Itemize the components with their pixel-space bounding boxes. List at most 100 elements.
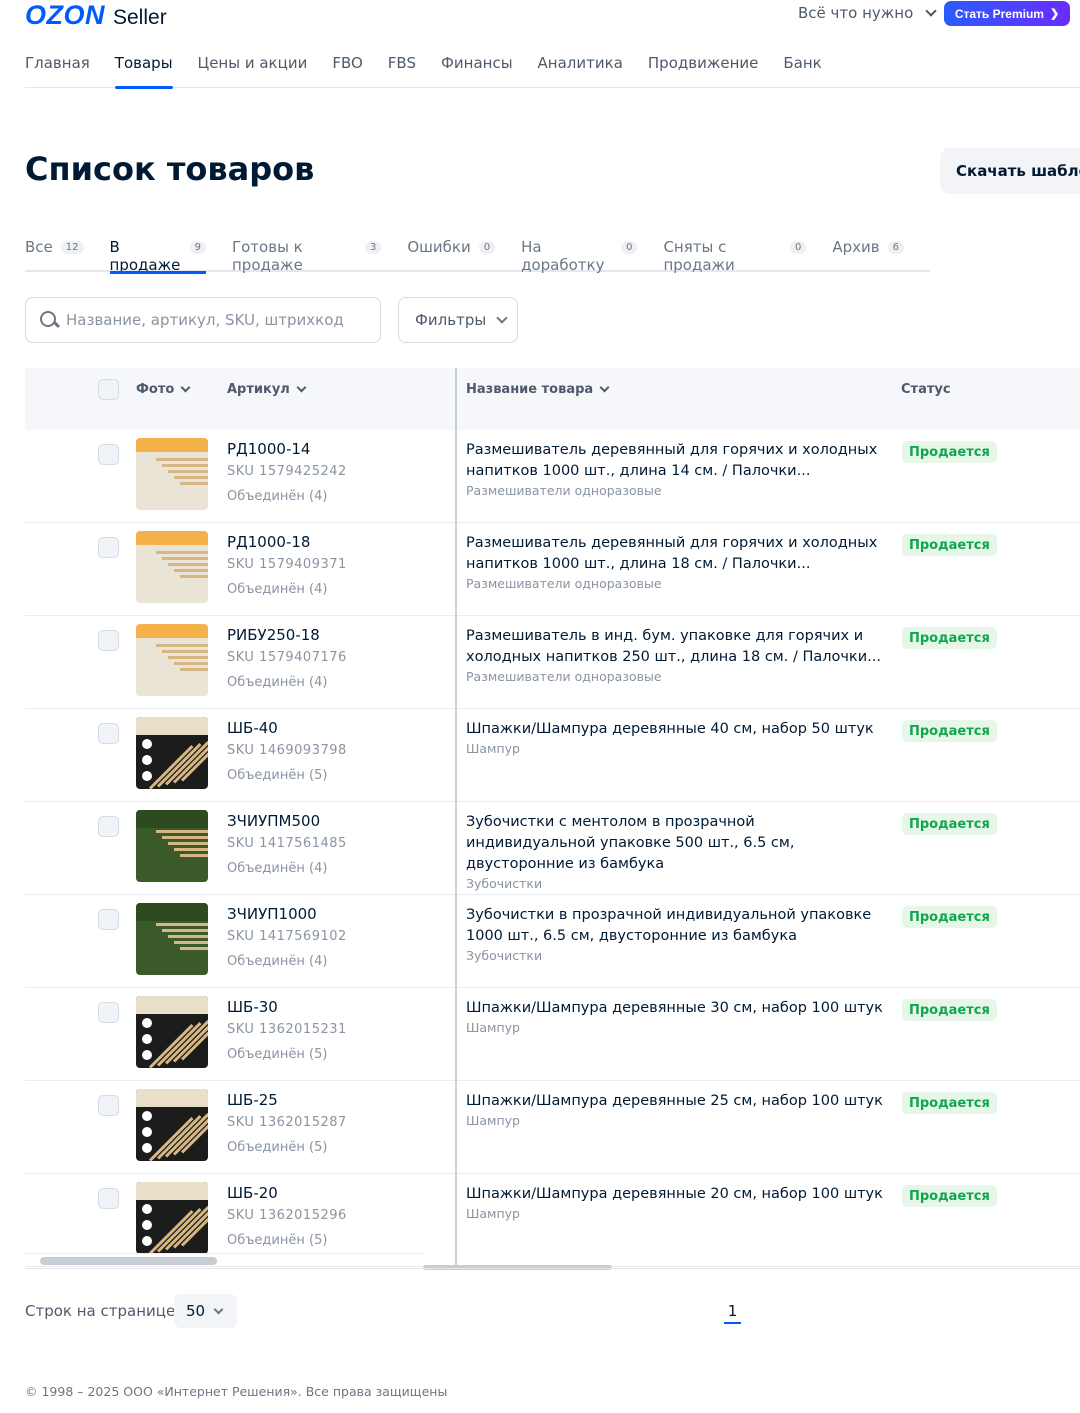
product-merged[interactable]: Объединён (5) xyxy=(227,1140,327,1155)
product-name-cell[interactable]: Размешиватель деревянный для горячих и х… xyxy=(466,440,886,500)
product-merged[interactable]: Объединён (4) xyxy=(227,675,327,690)
row-checkbox[interactable] xyxy=(98,1188,119,1209)
product-article[interactable]: РД1000-18 xyxy=(227,533,310,551)
product-merged[interactable]: Объединён (4) xyxy=(227,489,327,504)
product-name-cell[interactable]: Шпажки/Шампура деревянные 20 см, набор 1… xyxy=(466,1184,886,1223)
product-photo[interactable] xyxy=(136,996,208,1068)
product-article[interactable]: ШБ-40 xyxy=(227,719,278,737)
product-name[interactable]: Размешиватель в инд. бум. упаковке для г… xyxy=(466,626,886,668)
product-name-cell[interactable]: Размешиватель в инд. бум. упаковке для г… xyxy=(466,626,886,686)
col-article[interactable]: Артикул xyxy=(227,382,307,397)
product-merged[interactable]: Объединён (5) xyxy=(227,1047,327,1062)
top-search-dropdown[interactable]: Всё что нужно xyxy=(798,4,937,22)
product-article[interactable]: ШБ-30 xyxy=(227,998,278,1016)
product-name-cell[interactable]: Зубочистки с ментолом в прозрачной индив… xyxy=(466,812,886,893)
product-name-cell[interactable]: Зубочистки в прозрачной индивидуальной у… xyxy=(466,905,886,965)
nav-item-2[interactable]: Цены и акции xyxy=(198,54,308,88)
product-photo[interactable] xyxy=(136,717,208,789)
tab-6[interactable]: Архив 6 xyxy=(832,238,905,272)
product-search[interactable] xyxy=(25,297,381,343)
nav-item-3[interactable]: FBO xyxy=(332,54,362,88)
product-merged[interactable]: Объединён (4) xyxy=(227,954,327,969)
product-article[interactable]: ЗЧИУП1000 xyxy=(227,905,317,923)
row-checkbox[interactable] xyxy=(98,909,119,930)
product-merged[interactable]: Объединён (5) xyxy=(227,768,327,783)
page-number-current[interactable]: 1 xyxy=(724,1302,741,1324)
product-photo[interactable] xyxy=(136,903,208,975)
product-name[interactable]: Размешиватель деревянный для горячих и х… xyxy=(466,533,886,575)
table-row[interactable]: ЗЧИУП1000 SKU 1417569102 Объединён (4) Зубо… xyxy=(25,895,1080,988)
product-name[interactable]: Шпажки/Шампура деревянные 30 см, набор 1… xyxy=(466,998,886,1019)
table-row[interactable]: РИБУ250-18 SKU 1579407176 Объединён (4) Раз… xyxy=(25,616,1080,709)
product-merged[interactable]: Объединён (5) xyxy=(227,1233,327,1248)
tab-2[interactable]: Готовы к продаже 3 xyxy=(232,238,382,274)
horizontal-scrollbar-left[interactable] xyxy=(40,1257,217,1265)
nav-item-0[interactable]: Главная xyxy=(25,54,90,88)
product-photo[interactable] xyxy=(136,624,208,696)
col-photo[interactable]: Фото xyxy=(136,382,191,397)
product-name[interactable]: Зубочистки в прозрачной индивидуальной у… xyxy=(466,905,886,947)
row-checkbox[interactable] xyxy=(98,537,119,558)
product-name-cell[interactable]: Шпажки/Шампура деревянные 30 см, набор 1… xyxy=(466,998,886,1037)
nav-item-4[interactable]: FBS xyxy=(388,54,416,88)
nav-item-7[interactable]: Продвижение xyxy=(648,54,758,88)
table-row[interactable]: ШБ-40 SKU 1469093798 Объединён (5) Шпажки/Ш… xyxy=(25,709,1080,802)
product-photo[interactable] xyxy=(136,810,208,882)
tab-4[interactable]: На доработку 0 xyxy=(521,238,638,274)
premium-button[interactable]: Стать Premium ❯ xyxy=(944,1,1070,26)
photo-band xyxy=(136,1182,208,1200)
product-photo[interactable] xyxy=(136,1089,208,1161)
row-checkbox[interactable] xyxy=(98,630,119,651)
select-all-checkbox[interactable] xyxy=(98,379,119,400)
product-article[interactable]: ЗЧИУПМ500 xyxy=(227,812,320,830)
download-template-button[interactable]: Скачать шаблон xyxy=(940,148,1080,194)
product-merged[interactable]: Объединён (4) xyxy=(227,582,327,597)
product-merged[interactable]: Объединён (4) xyxy=(227,861,327,876)
product-sku: SKU 1579409371 xyxy=(227,557,347,572)
product-name[interactable]: Зубочистки с ментолом в прозрачной индив… xyxy=(466,812,886,875)
row-checkbox[interactable] xyxy=(98,723,119,744)
nav-item-5[interactable]: Финансы xyxy=(441,54,513,88)
row-checkbox[interactable] xyxy=(98,1002,119,1023)
tab-3[interactable]: Ошибки 0 xyxy=(407,238,496,272)
product-article[interactable]: ШБ-25 xyxy=(227,1091,278,1109)
row-checkbox[interactable] xyxy=(98,816,119,837)
table-row[interactable]: ШБ-25 SKU 1362015287 Объединён (5) Шпажки/Ш… xyxy=(25,1081,1080,1174)
product-photo[interactable] xyxy=(136,1182,208,1254)
status-badge: Продается xyxy=(902,906,997,928)
product-name-cell[interactable]: Шпажки/Шампура деревянные 25 см, набор 1… xyxy=(466,1091,886,1130)
nav-item-6[interactable]: Аналитика xyxy=(538,54,623,88)
search-input[interactable] xyxy=(66,311,366,329)
tab-0[interactable]: Все 12 xyxy=(25,238,84,272)
photo-label-dot xyxy=(142,755,152,765)
col-name[interactable]: Название товара xyxy=(466,382,610,397)
photo-stick xyxy=(156,830,208,833)
filters-button[interactable]: Фильтры xyxy=(398,297,518,343)
rows-per-page-select[interactable]: 50 xyxy=(174,1294,237,1328)
product-photo[interactable] xyxy=(136,531,208,603)
product-article[interactable]: РИБУ250-18 xyxy=(227,626,320,644)
table-row[interactable]: РД1000-14 SKU 1579425242 Объединён (4) Разм… xyxy=(25,430,1080,523)
row-checkbox[interactable] xyxy=(98,1095,119,1116)
product-article[interactable]: РД1000-14 xyxy=(227,440,310,458)
product-category: Шампур xyxy=(466,1113,520,1128)
ozon-seller-logo[interactable]: OZON Seller xyxy=(25,0,167,31)
product-name-cell[interactable]: Размешиватель деревянный для горячих и х… xyxy=(466,533,886,593)
product-name-cell[interactable]: Шпажки/Шампура деревянные 40 см, набор 5… xyxy=(466,719,886,758)
table-row[interactable]: ЗЧИУПМ500 SKU 1417561485 Объединён (4) Зубо… xyxy=(25,802,1080,895)
nav-item-1[interactable]: Товары xyxy=(114,54,173,89)
product-name[interactable]: Шпажки/Шампура деревянные 20 см, набор 1… xyxy=(466,1184,886,1205)
product-article[interactable]: ШБ-20 xyxy=(227,1184,278,1202)
product-photo[interactable] xyxy=(136,438,208,510)
table-row[interactable]: ШБ-30 SKU 1362015231 Объединён (5) Шпажки/Ш… xyxy=(25,988,1080,1081)
tab-5[interactable]: Сняты с продажи 0 xyxy=(663,238,807,274)
photo-label-dot xyxy=(142,1220,152,1230)
tab-1[interactable]: В продаже 9 xyxy=(109,238,207,274)
column-divider[interactable] xyxy=(455,368,457,1268)
product-name[interactable]: Шпажки/Шампура деревянные 25 см, набор 1… xyxy=(466,1091,886,1112)
table-row[interactable]: РД1000-18 SKU 1579409371 Объединён (4) Разм… xyxy=(25,523,1080,616)
nav-item-8[interactable]: Банк xyxy=(783,54,821,88)
row-checkbox[interactable] xyxy=(98,444,119,465)
product-name[interactable]: Размешиватель деревянный для горячих и х… xyxy=(466,440,886,482)
product-name[interactable]: Шпажки/Шампура деревянные 40 см, набор 5… xyxy=(466,719,886,740)
